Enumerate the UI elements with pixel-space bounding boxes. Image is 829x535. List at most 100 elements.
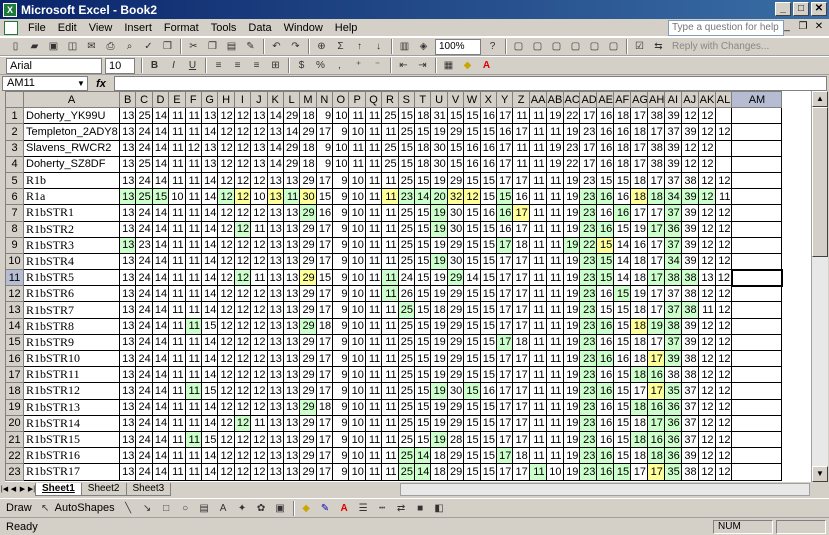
cell[interactable]: 19 [562,398,581,416]
cell-name[interactable]: R1bSTR1 [23,204,120,222]
cell[interactable]: 14 [151,107,170,125]
cell[interactable]: 10 [348,414,366,432]
cell[interactable]: 25 [397,252,416,271]
cell[interactable]: 12 [250,447,268,465]
cell[interactable]: 29 [446,398,465,416]
cell[interactable]: 11 [168,252,186,271]
cell[interactable]: 14 [200,301,219,319]
cell[interactable]: 25 [397,333,416,352]
column-header[interactable]: AK [697,91,716,109]
cell[interactable]: 19 [630,220,648,238]
track-icon[interactable]: ☑ [632,39,648,54]
cell[interactable]: 29 [299,349,317,368]
cell[interactable]: 14 [151,123,170,141]
cell[interactable]: 13 [250,107,268,125]
cell[interactable]: 14 [200,349,219,368]
cell[interactable]: 39 [680,447,699,465]
cell[interactable]: 11 [168,430,186,449]
cell[interactable]: 11 [528,188,547,206]
zoom-select[interactable]: 100% [435,38,481,55]
cell[interactable]: 38 [680,349,699,368]
cell[interactable] [731,220,783,238]
cell[interactable]: 17 [630,107,648,125]
cell[interactable] [714,139,733,157]
cell[interactable]: 15 [479,398,497,416]
cell-name[interactable]: R1bSTR11 [23,366,120,384]
cell[interactable]: 15 [414,366,432,384]
cell[interactable]: 29 [299,366,317,384]
cell[interactable]: 16 [596,398,615,416]
cell[interactable]: 18 [299,139,317,157]
cell[interactable]: 18 [630,301,648,319]
row-header[interactable]: 17 [5,366,24,384]
cell[interactable]: 12 [714,269,733,287]
cell[interactable]: 15 [479,269,497,287]
increase-indent-icon[interactable]: ⇥ [415,58,431,73]
cell[interactable]: 37 [680,430,699,449]
cell[interactable]: 9 [332,447,350,465]
cell[interactable]: 10 [348,220,366,238]
cell[interactable]: 18 [630,188,648,206]
column-header[interactable]: V [446,91,465,109]
cell[interactable]: 11 [364,317,383,335]
cell[interactable]: 11 [168,123,186,141]
cell[interactable]: 15 [463,398,481,416]
cell[interactable]: 13 [118,463,137,481]
cell[interactable]: 11 [184,366,202,384]
cell[interactable]: 15 [463,447,481,465]
cell[interactable]: 10 [545,463,564,481]
cell[interactable]: 11 [184,382,202,400]
column-header[interactable]: Q [364,91,383,109]
cell[interactable]: 11 [184,107,202,125]
cell[interactable]: 11 [168,204,186,222]
cell[interactable]: 15 [479,123,497,141]
cell[interactable]: 23 [397,188,416,206]
cell[interactable]: 29 [446,463,465,481]
cell[interactable]: 11 [364,236,383,254]
cell[interactable]: 24 [135,414,153,432]
cell[interactable]: 32 [446,188,465,206]
cell[interactable]: 10 [348,123,366,141]
cell[interactable]: 14 [151,414,170,432]
cell[interactable]: 13 [266,366,284,384]
cell[interactable]: 13 [118,269,137,287]
cell[interactable]: 12 [697,349,716,368]
cell[interactable]: 11 [528,171,547,190]
cell[interactable]: 11 [528,398,547,416]
row-header[interactable]: 13 [5,301,24,319]
cell[interactable]: 11 [348,107,366,125]
cell[interactable]: 19 [545,107,564,125]
cell[interactable]: 19 [545,139,564,157]
cell[interactable]: 35 [663,382,682,400]
cell[interactable]: 15 [414,269,432,287]
cell[interactable]: 13 [282,252,301,271]
cell[interactable]: 13 [266,398,284,416]
cell[interactable]: 17 [512,349,530,368]
cell[interactable]: 16 [596,317,615,335]
cell[interactable]: 18 [299,107,317,125]
cell[interactable]: 39 [680,123,699,141]
cell[interactable]: 24 [135,171,153,190]
cell[interactable]: 17 [630,139,648,157]
cell[interactable]: 26 [397,285,416,303]
cell[interactable] [731,414,783,432]
column-header[interactable]: AD [579,91,598,109]
cell-name[interactable]: R1bSTR15 [23,430,120,449]
cell[interactable]: 12 [714,220,733,238]
cell[interactable]: 10 [348,398,366,416]
cell[interactable]: 15 [479,333,497,352]
cell[interactable]: 29 [299,171,317,190]
cell[interactable]: 14 [266,139,284,157]
cell[interactable]: 16 [495,220,514,238]
cell[interactable]: 11 [364,220,383,238]
cell[interactable]: 18 [630,317,648,335]
doc-restore-button[interactable]: ❐ [797,21,809,33]
cell[interactable]: 11 [364,139,383,157]
cell-name[interactable]: R1bSTR4 [23,252,120,271]
cell[interactable]: 17 [315,171,334,190]
cell[interactable]: 14 [151,333,170,352]
cell[interactable]: 13 [118,382,137,400]
review-icon-3[interactable]: ▢ [549,39,565,54]
cell[interactable]: 12 [697,220,716,238]
cell[interactable]: 16 [479,155,497,173]
